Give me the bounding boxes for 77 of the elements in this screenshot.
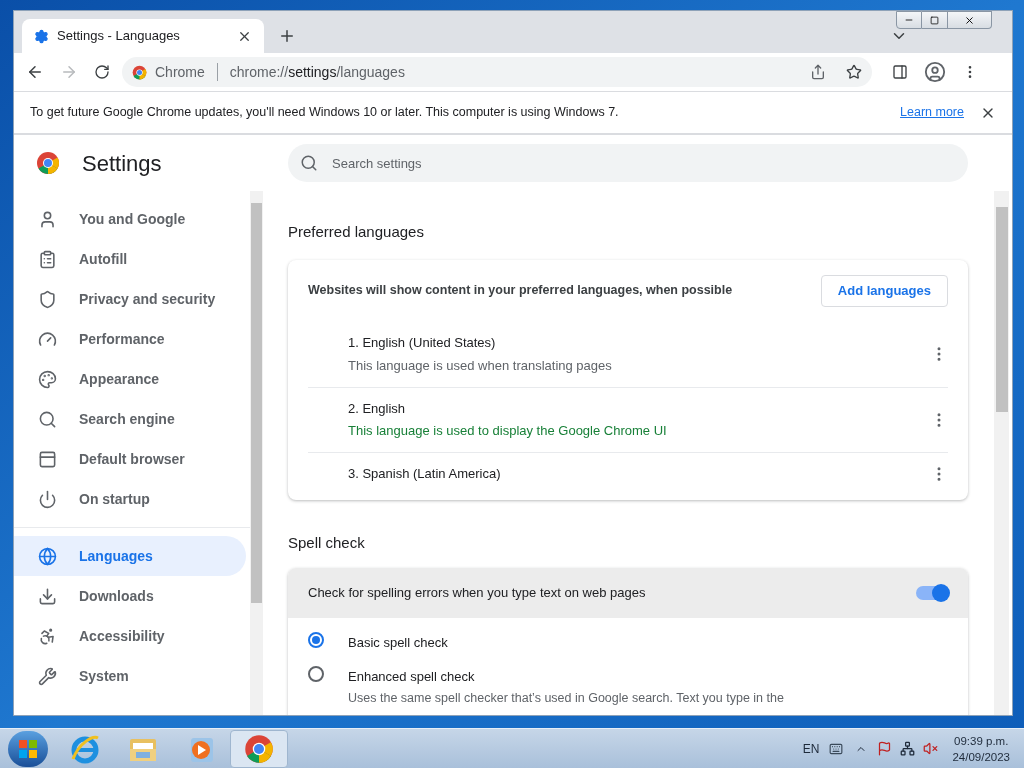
chrome-logo-icon — [132, 64, 147, 80]
globe-icon — [38, 546, 57, 566]
sidebar-item[interactable]: Default browser — [14, 439, 246, 479]
settings-icon — [34, 28, 49, 44]
network-icon[interactable] — [900, 741, 916, 756]
wrench-icon — [38, 666, 57, 686]
scrollbar[interactable] — [994, 191, 1009, 715]
sidebar-item[interactable]: Appearance — [14, 359, 246, 399]
language-name: 3. Spanish (Latin America) — [348, 465, 502, 484]
scrollbar[interactable] — [250, 191, 263, 715]
toggle-label: Check for spelling errors when you type text on web pages — [308, 584, 647, 603]
search-icon — [38, 409, 57, 429]
learn-more-link[interactable]: Learn more — [900, 103, 964, 122]
toggle-switch[interactable] — [916, 586, 948, 600]
language-note: This language is used to display the Google Chrome UI — [348, 422, 668, 440]
side-panel-icon[interactable] — [892, 64, 908, 80]
card-description: Websites will show content in your preferred languages, when possible — [308, 282, 734, 300]
new-tab-icon[interactable] — [278, 27, 296, 45]
star-icon[interactable] — [846, 64, 862, 80]
site-label: Chrome — [155, 62, 205, 82]
sidebar-item[interactable]: On startup — [14, 479, 246, 519]
gauge-icon — [38, 329, 57, 349]
radio-button[interactable] — [308, 665, 324, 682]
sidebar-item[interactable]: You and Google — [14, 199, 246, 239]
option-label: Basic spell check — [348, 634, 448, 652]
taskbar-app[interactable] — [230, 729, 288, 768]
chrome-logo-icon — [36, 151, 60, 175]
maximize-icon — [930, 15, 939, 25]
power-icon — [38, 489, 57, 509]
language-indicator[interactable]: EN — [802, 739, 820, 758]
search-field[interactable]: Search settings — [288, 144, 968, 182]
sidebar-item[interactable]: Downloads — [14, 576, 246, 616]
windows-logo-icon — [18, 738, 38, 759]
option-label: Enhanced spell check — [348, 667, 476, 686]
sidebar-item[interactable]: Search engine — [14, 399, 246, 439]
section-heading: Spell check — [288, 532, 366, 553]
muted-volume-icon[interactable] — [923, 741, 939, 756]
address-bar[interactable]: Chrome chrome://settings/languages — [122, 57, 872, 87]
start-button[interactable] — [8, 730, 48, 767]
chrome-logo-icon — [244, 733, 274, 764]
language-name: 1. English (United States) — [348, 334, 497, 352]
window-close-button[interactable] — [948, 11, 992, 29]
settings-title: Settings — [82, 149, 162, 178]
close-icon — [964, 14, 975, 26]
download-icon — [38, 586, 57, 606]
sidebar-item[interactable]: Languages — [14, 536, 246, 576]
language-note: This language is used when translating pages — [348, 356, 613, 375]
sidebar-item[interactable]: Privacy and security — [14, 279, 246, 319]
sidebar-item[interactable]: Accessibility — [14, 616, 246, 656]
add-languages-button[interactable]: Add languages — [820, 274, 948, 307]
language-name: 2. English — [348, 399, 407, 418]
minimize-button[interactable] — [896, 11, 922, 29]
clock[interactable]: 09:39 p.m. 24/09/2023 — [952, 732, 1010, 765]
tab-title: Settings - Languages — [57, 27, 181, 46]
clipboard-icon — [38, 249, 57, 269]
browser-tab[interactable]: Settings - Languages — [22, 19, 264, 53]
reload-icon[interactable] — [94, 64, 110, 80]
flag-icon[interactable] — [877, 741, 893, 756]
person-figure-icon — [38, 626, 57, 646]
share-icon[interactable] — [810, 64, 826, 80]
maximize-button[interactable] — [922, 11, 948, 29]
browser-window-icon — [38, 449, 57, 469]
person-icon — [38, 209, 57, 229]
search-icon — [300, 154, 318, 172]
radio-button[interactable] — [308, 632, 324, 648]
keyboard-icon[interactable] — [829, 741, 844, 756]
sidebar-item[interactable]: Performance — [14, 319, 246, 359]
option-description: Uses the same spell checker that’s used in Google search. Text you type in the — [348, 690, 784, 707]
infobar-message: To get future Google Chrome updates, you'll need Windows 10 or later. This computer is using Windows 7. — [30, 104, 620, 122]
shield-icon — [38, 289, 57, 309]
profile-icon[interactable] — [924, 61, 946, 83]
sidebar-item[interactable]: System — [14, 656, 246, 696]
section-heading: Preferred languages — [288, 222, 425, 242]
palette-icon — [38, 369, 57, 389]
sidebar-item[interactable]: Autofill — [14, 239, 246, 279]
back-icon[interactable] — [26, 63, 44, 81]
url-text: chrome://settings/languages — [229, 62, 405, 82]
